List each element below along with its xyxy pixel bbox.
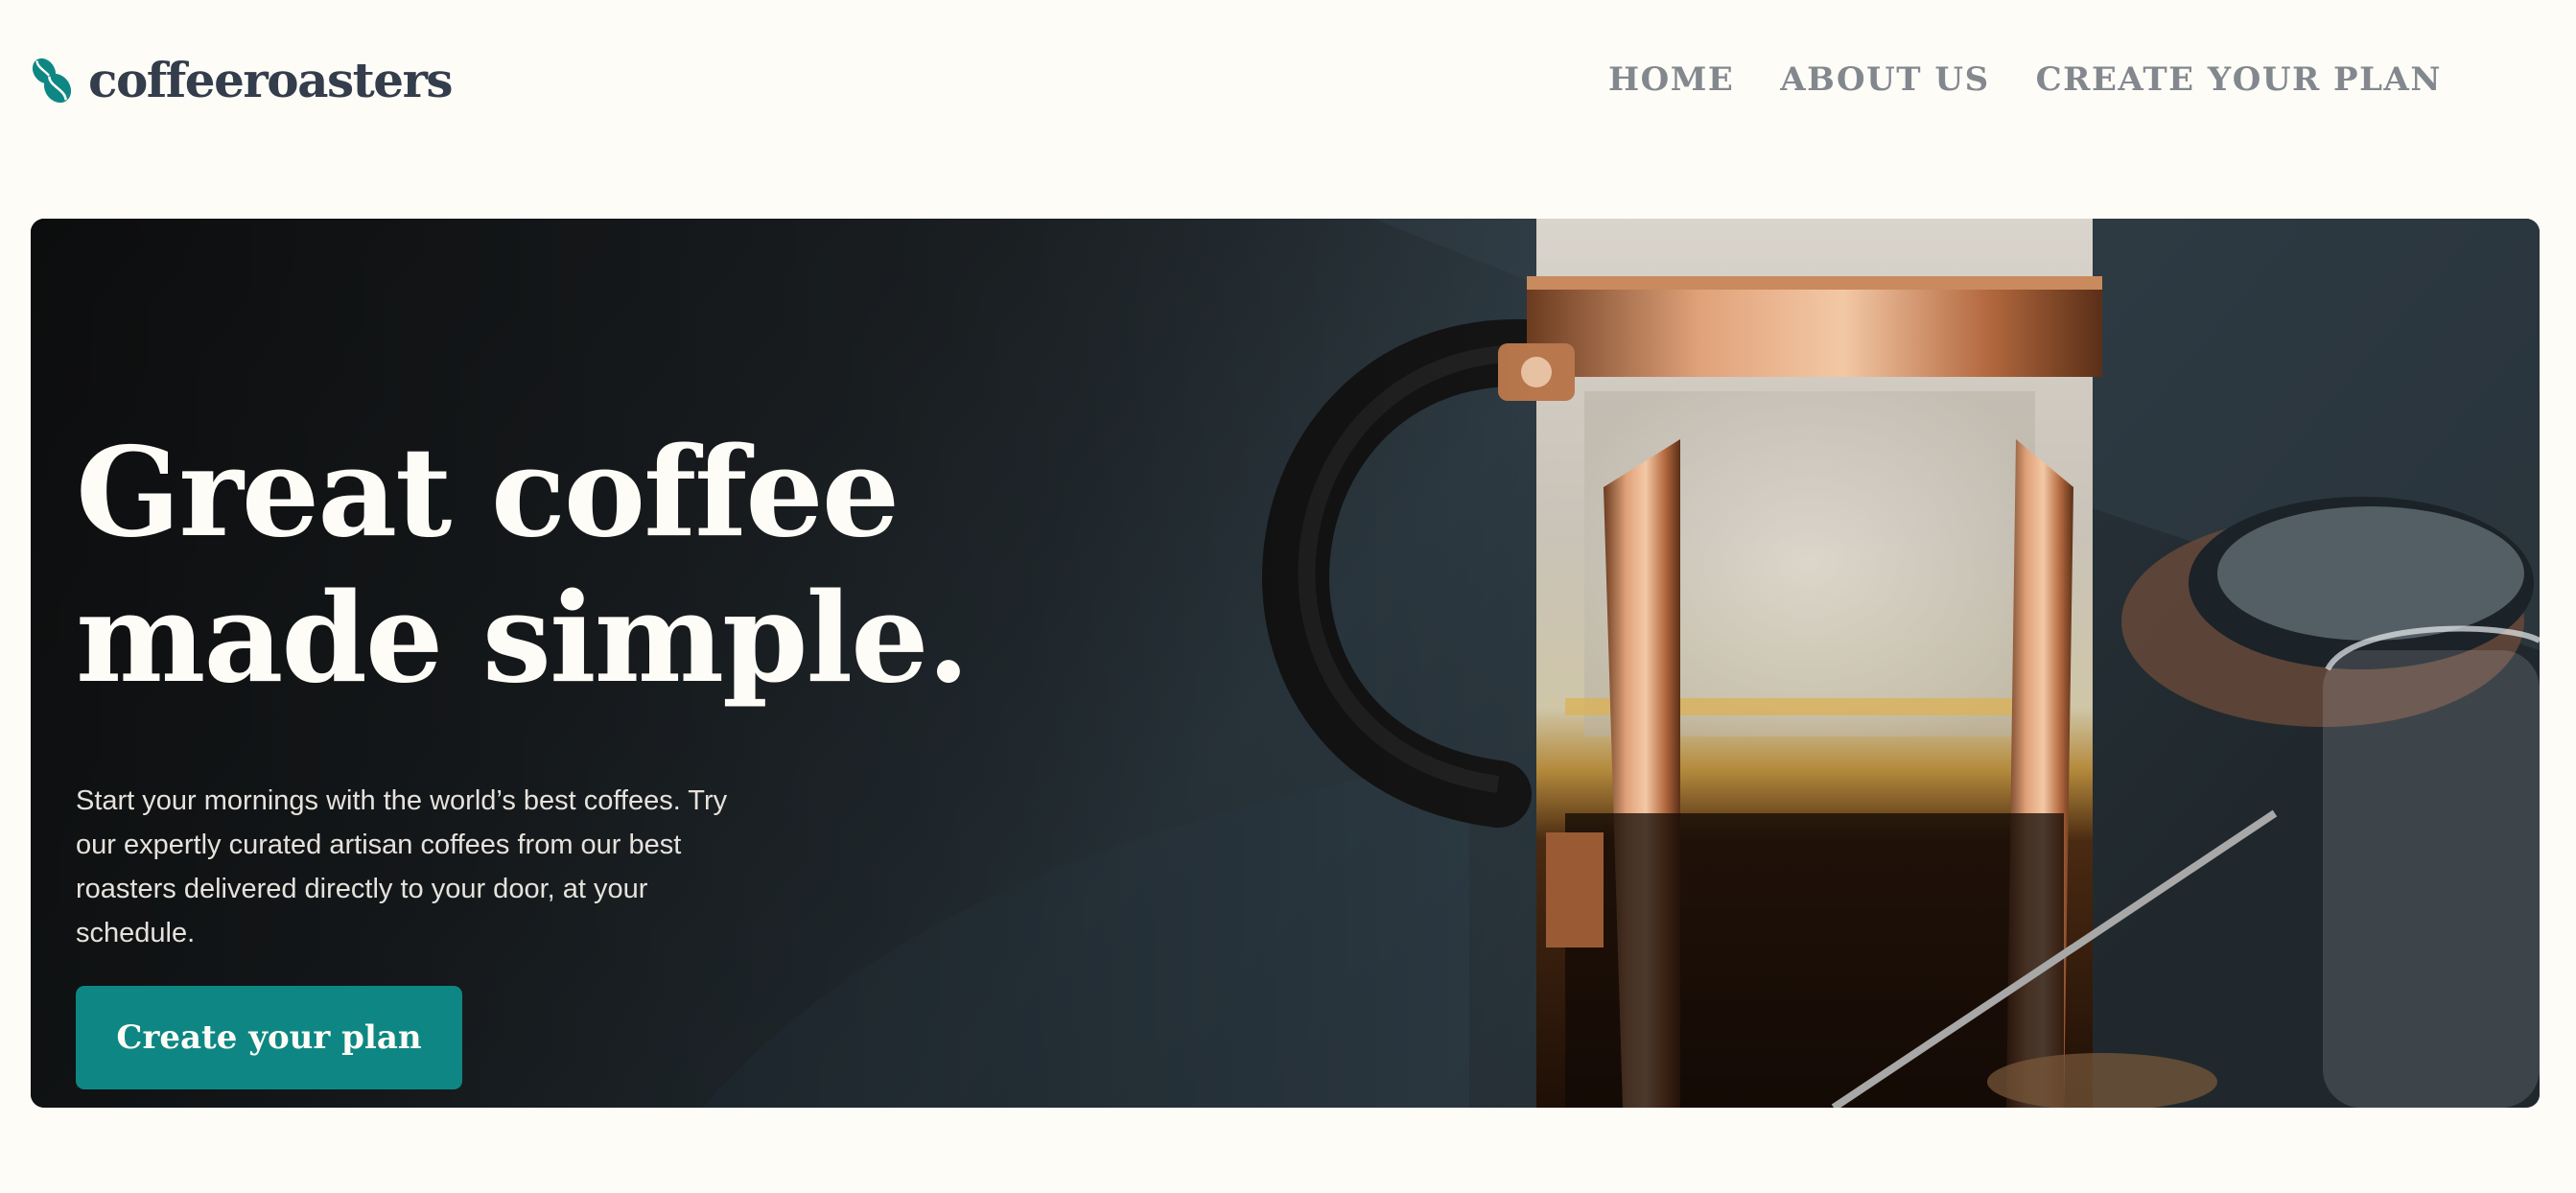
hero-title-line-1: Great coffee bbox=[76, 421, 900, 565]
nav-create-your-plan[interactable]: CREATE YOUR PLAN bbox=[2036, 63, 2442, 96]
hero-title-line-2: made simple. bbox=[76, 567, 970, 711]
nav-about-us[interactable]: ABOUT US bbox=[1780, 63, 1989, 96]
hero-section: Great coffee made simple. Start your mor… bbox=[31, 219, 2540, 1108]
hero-title: Great coffee made simple. bbox=[76, 420, 1131, 712]
site-header: coffeeroasters HOME ABOUT US CREATE YOUR… bbox=[0, 0, 2576, 173]
create-plan-button[interactable]: Create your plan bbox=[76, 986, 462, 1089]
hero-description: Start your mornings with the world’s bes… bbox=[76, 785, 728, 948]
brand-name: coffeeroasters bbox=[88, 52, 454, 108]
logo-link[interactable]: coffeeroasters bbox=[31, 52, 454, 108]
hero-content: Great coffee made simple. Start your mor… bbox=[76, 420, 1131, 1089]
nav-home[interactable]: HOME bbox=[1608, 63, 1734, 96]
coffee-bean-icon bbox=[32, 58, 72, 104]
main-nav: HOME ABOUT US CREATE YOUR PLAN bbox=[1608, 63, 2442, 96]
